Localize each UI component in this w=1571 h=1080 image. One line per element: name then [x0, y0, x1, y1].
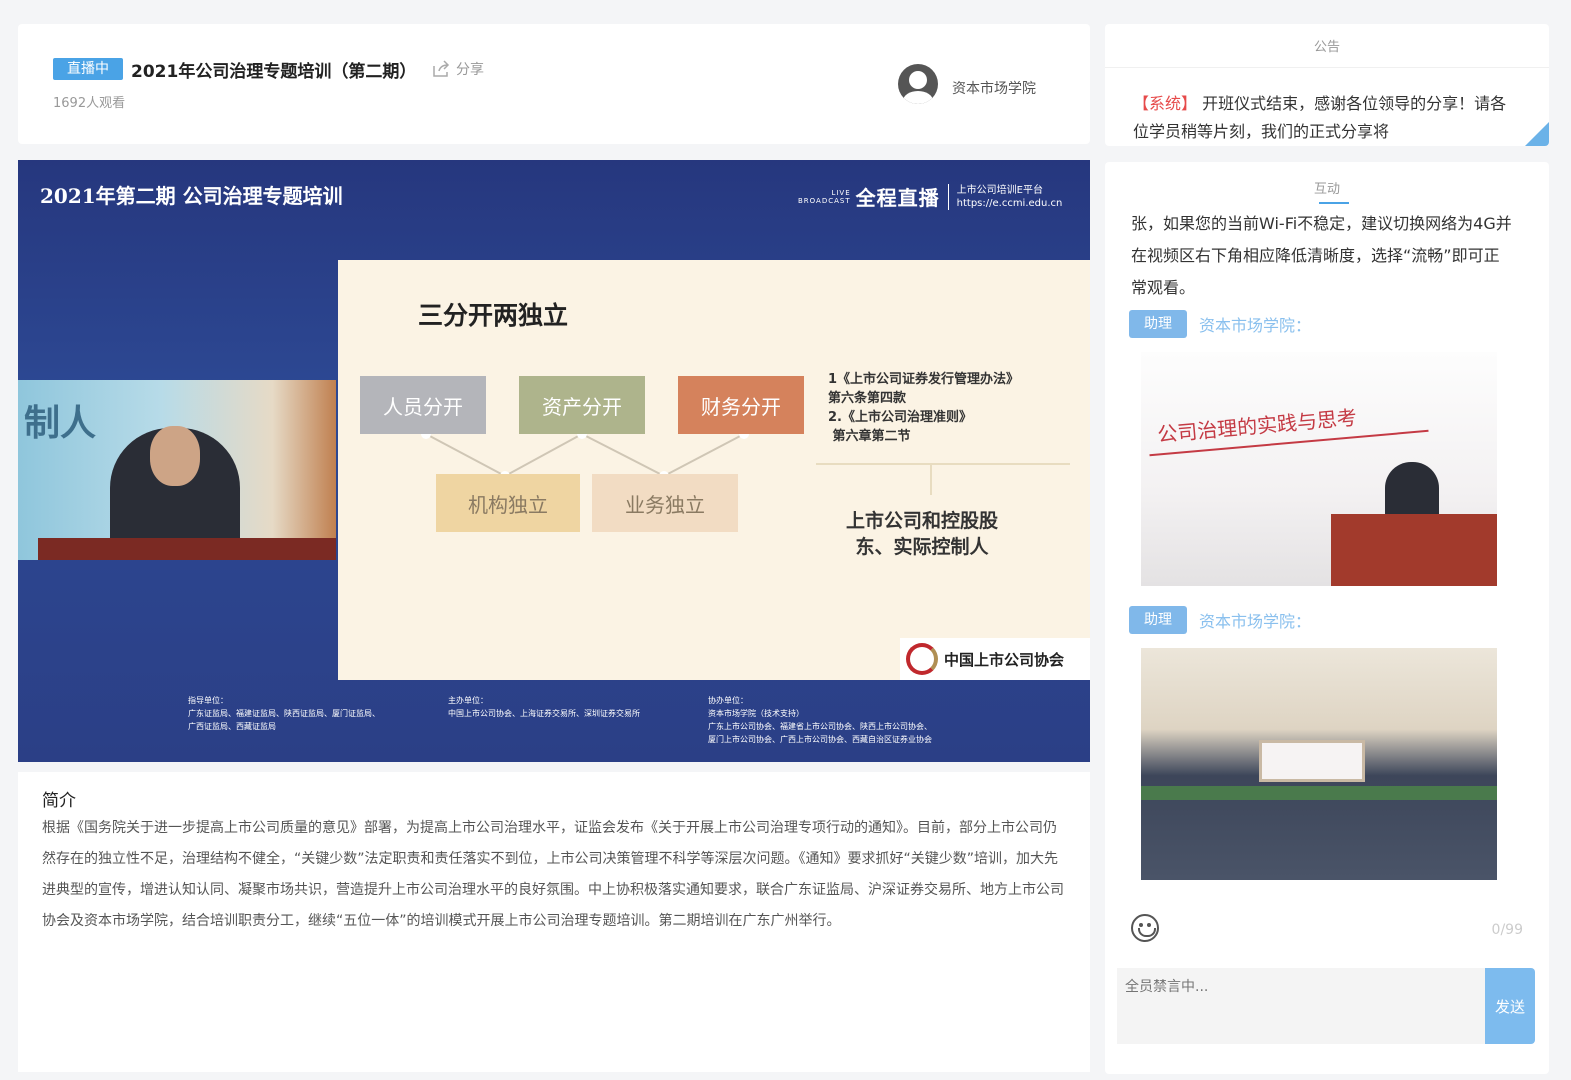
footer-organizers: 主办单位： 中国上市公司协会、上海证券交易所、深圳证券交易所: [448, 696, 640, 718]
slide-connectors: [421, 429, 749, 481]
course-header: 直播中 2021年公司治理专题培训（第二期） 分享 1692人观看 资本市场学院: [18, 24, 1090, 144]
message-image[interactable]: [1141, 648, 1497, 880]
host-avatar[interactable]: [898, 64, 938, 104]
slide-shareholder-text: 上市公司和控股股 东、实际控制人: [846, 510, 999, 558]
course-title: 2021年公司治理专题培训（第二期）: [131, 62, 417, 82]
image-desk: [1331, 514, 1497, 586]
image-hall-screen: [1259, 740, 1365, 782]
notice-divider: [1105, 67, 1549, 68]
speaker-desk: [38, 538, 336, 560]
footer-guidance: 指导单位： 广东证监局、福建证监局、陕西证监局、厦门证监局、 广西证监局、西藏证…: [188, 696, 380, 731]
role-badge: 助理: [1129, 606, 1187, 634]
association-logo: 中国上市公司协会: [900, 638, 1090, 680]
tab-underline: [1319, 202, 1349, 204]
message-header: 助理 资本市场学院：: [1129, 606, 1311, 634]
image-hall-stage: [1141, 786, 1497, 800]
send-button[interactable]: 发送: [1485, 968, 1535, 1044]
viewer-count: 1692人观看: [53, 96, 126, 111]
notice-panel: 公告 【系统】 开班仪式结束，感谢各位领导的分享！请各位学员稍等片刻，我们的正式…: [1105, 24, 1549, 146]
image-caption: 公司治理的实践与思考: [1156, 405, 1358, 447]
box-business: 业务独立: [592, 474, 738, 532]
speaker-feed: 制人: [18, 380, 336, 560]
intro-heading: 简介: [42, 791, 76, 811]
notice-label: 公告: [1313, 40, 1340, 55]
host-name[interactable]: 资本市场学院: [952, 78, 1036, 98]
footer-co-organizers: 协办单位： 资本市场学院（技术支持） 广东上市公司协会、福建省上市公司协会、陕西…: [708, 696, 932, 744]
broadcast-divider: [947, 183, 949, 210]
box-personnel: 人员分开: [360, 376, 486, 434]
box-assets: 资产分开: [519, 376, 645, 434]
notice-expand-toggle[interactable]: [1525, 122, 1549, 146]
message-header: 助理 资本市场学院：: [1129, 310, 1311, 338]
share-label: 分享: [456, 62, 484, 78]
image-speaker: [1385, 462, 1439, 518]
platform-name: 上市公司培训E平台: [956, 184, 1043, 196]
live-broadcast-logo: LIVE BROADCAST 全程直播 上市公司培训E平台 https://e.c…: [798, 182, 1062, 211]
sender-name: 资本市场学院：: [1199, 612, 1312, 631]
message-image[interactable]: 公司治理的实践与思考: [1141, 352, 1497, 586]
live-badge: 直播中: [53, 58, 123, 80]
box-organization: 机构独立: [436, 474, 580, 532]
share-button[interactable]: 分享: [431, 59, 484, 79]
role-badge: 助理: [1129, 310, 1187, 338]
interaction-tab[interactable]: 互动: [1105, 178, 1549, 197]
box-finance: 财务分开: [678, 376, 804, 434]
speaker-head: [150, 426, 200, 486]
video-banner-title: 2021年第二期 公司治理专题培训: [40, 184, 343, 208]
intro-body: 根据《国务院关于进一步提高上市公司质量的意见》部署，为提高上市公司治理水平，证监…: [42, 820, 1064, 929]
association-emblem-icon: [906, 643, 938, 675]
emoji-icon[interactable]: [1131, 914, 1159, 942]
slide-divider: [816, 463, 1070, 465]
video-player[interactable]: 2021年第二期 公司治理专题培训 LIVE BROADCAST 全程直播 上市公…: [18, 160, 1090, 762]
chat-input[interactable]: [1117, 968, 1485, 1044]
system-tag: 【系统】: [1133, 94, 1198, 113]
notice-text: 【系统】 开班仪式结束，感谢各位领导的分享！请各位学员稍等片刻，我们的正式分享将: [1133, 90, 1513, 146]
platform-url: https://e.ccmi.edu.cn: [956, 197, 1063, 209]
course-intro: 简介 根据《国务院关于进一步提高上市公司质量的意见》部署，为提高上市公司治理水平…: [18, 772, 1090, 1072]
platform-info: 上市公司培训E平台 https://e.ccmi.edu.cn: [957, 184, 1063, 210]
sender-name: 资本市场学院：: [1199, 316, 1312, 335]
chat-message-partial: 张，如果您的当前Wi-Fi不稳定，建议切换网络为4G并在视频区右下角相应降低清晰…: [1131, 214, 1512, 297]
broadcast-small-text: LIVE BROADCAST: [798, 188, 851, 205]
broadcast-label: 全程直播: [855, 186, 940, 210]
speaker-banner-text: 制人: [24, 403, 97, 444]
association-name: 中国上市公司协会: [944, 650, 1065, 669]
interaction-panel: 互动 张，如果您的当前Wi-Fi不稳定，建议切换网络为4G并在视频区右下角相应降…: [1105, 162, 1549, 1074]
share-icon: [433, 60, 450, 77]
slide-connector: [930, 465, 932, 495]
char-count: 0/99: [1491, 922, 1523, 938]
presentation-slide: 三分开两独立 人员分开 资产分开 财务分开 机构独立 业务独立 1《上市公司证券…: [338, 260, 1090, 680]
slide-references: 1《上市公司证券发行管理办法》 第六条第四款 2.《上市公司治理准则》 第六章第…: [828, 372, 1020, 444]
